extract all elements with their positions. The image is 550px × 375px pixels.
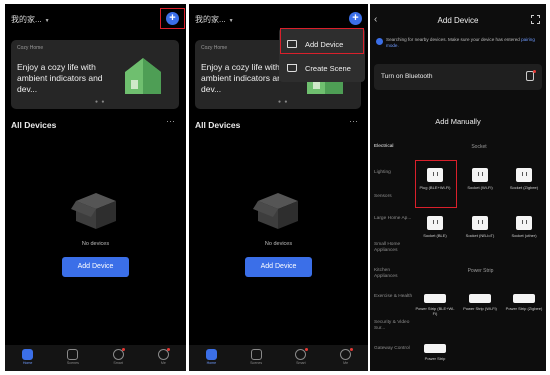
banner-home-label: Cozy Home xyxy=(201,45,228,51)
add-device-screen: ‹ Add Device Searching for nearby device… xyxy=(370,4,546,371)
power-strip-icon xyxy=(513,294,535,303)
category-item[interactable]: Lighting xyxy=(374,170,414,176)
add-button[interactable]: + xyxy=(349,12,362,25)
more-icon[interactable]: ··· xyxy=(166,116,175,126)
tab-home[interactable]: Home xyxy=(13,345,43,371)
menu-item-create-scene[interactable]: Create Scene xyxy=(279,56,365,80)
category-item[interactable]: Electrical xyxy=(374,144,414,150)
scene-icon xyxy=(287,64,297,72)
category-item[interactable]: Small Home Appliances xyxy=(374,242,414,254)
notification-badge xyxy=(122,348,126,351)
bluetooth-search-icon xyxy=(376,38,383,45)
add-device-button[interactable]: Add Device xyxy=(62,257,129,277)
section-title: All Devices xyxy=(11,120,57,130)
tab-scenes[interactable]: Scenes xyxy=(241,345,271,371)
category-item[interactable]: Exercise & Health xyxy=(374,294,414,300)
category-item[interactable]: Gateway Control xyxy=(374,346,414,352)
group-label-socket: Socket xyxy=(471,144,487,150)
socket-icon xyxy=(516,216,532,230)
device-tile[interactable]: Socket (BLE) xyxy=(415,216,455,238)
socket-icon xyxy=(427,216,443,230)
banner-text: Enjoy a cozy life with ambient indicator… xyxy=(17,62,103,94)
carousel-dots: ● ● xyxy=(278,99,289,105)
group-label-power-strip: Power Strip xyxy=(467,268,494,274)
section-title: All Devices xyxy=(195,120,241,130)
socket-icon xyxy=(516,168,532,182)
bluetooth-label: Turn on Bluetooth xyxy=(381,73,433,80)
house-illustration xyxy=(125,58,161,94)
home-screen-2: 我的家... ▼ + Cozy Home Enjoy a cozy life wi… xyxy=(189,4,368,371)
home-selector[interactable]: 我的家... ▼ xyxy=(11,14,50,25)
device-tile[interactable]: Socket (NB-IoT) xyxy=(460,216,500,238)
highlight-box xyxy=(415,160,457,208)
socket-icon xyxy=(472,168,488,182)
device-tile[interactable]: Power Strip (Wi-Fi) xyxy=(460,294,500,311)
socket-icon xyxy=(472,216,488,230)
tab-bar: Home Scenes Smart Me xyxy=(189,345,368,371)
tab-me[interactable]: Me xyxy=(331,345,361,371)
empty-state-text: No devices xyxy=(264,241,293,247)
carousel-dots: ● ● xyxy=(95,99,106,105)
tab-scenes[interactable]: Scenes xyxy=(58,345,88,371)
bluetooth-row[interactable]: Turn on Bluetooth xyxy=(374,64,542,90)
banner-card[interactable]: Cozy Home Enjoy a cozy life with ambient… xyxy=(11,40,179,109)
device-tile[interactable]: Power Strip (BLE+Wi-Fi) xyxy=(415,294,455,316)
notification-badge xyxy=(304,348,308,351)
section-title: Add Manually xyxy=(435,117,481,126)
tab-smart[interactable]: Smart xyxy=(103,345,133,371)
tab-home[interactable]: Home xyxy=(196,345,226,371)
category-sidebar: Electrical Lighting Sensors Large Home A… xyxy=(370,134,415,371)
category-item[interactable]: Kitchen Appliances xyxy=(374,268,414,280)
highlight-box xyxy=(160,8,185,29)
notification-badge xyxy=(349,348,353,351)
power-strip-icon xyxy=(424,344,446,353)
empty-state-text: No devices xyxy=(81,241,110,247)
warning-badge xyxy=(533,70,536,73)
device-tile[interactable]: Socket (other) xyxy=(504,216,544,238)
category-item[interactable]: Security & Video Sur... xyxy=(374,320,414,332)
empty-box-illustration xyxy=(71,193,116,229)
home-selector[interactable]: 我的家... ▼ xyxy=(195,14,234,25)
tab-me[interactable]: Me xyxy=(148,345,178,371)
chevron-down-icon: ▼ xyxy=(44,18,50,24)
device-tile[interactable]: Socket (Wi-Fi) xyxy=(460,168,500,190)
tab-smart[interactable]: Smart xyxy=(286,345,316,371)
scenes-icon xyxy=(67,349,79,360)
power-strip-icon xyxy=(469,294,491,303)
device-tile[interactable]: Power Strip xyxy=(415,344,455,361)
device-tile[interactable]: Socket (Zigbee) xyxy=(504,168,544,190)
more-icon[interactable]: ··· xyxy=(349,116,358,126)
category-item[interactable]: Sensors xyxy=(374,194,414,200)
category-item[interactable]: Large Home Ap... xyxy=(374,216,414,222)
home-icon xyxy=(205,349,217,360)
banner-home-label: Cozy Home xyxy=(17,45,44,51)
home-screen-1: 我的家... ▼ + Cozy Home Enjoy a cozy life wi… xyxy=(5,4,186,371)
chevron-down-icon: ▼ xyxy=(228,18,234,24)
empty-box-illustration xyxy=(253,193,298,229)
notification-badge xyxy=(167,348,171,351)
page-title: Add Device xyxy=(437,16,479,25)
highlight-box xyxy=(280,28,364,54)
scenes-icon xyxy=(250,349,262,360)
power-strip-icon xyxy=(424,294,446,303)
tab-bar: Home Scenes Smart Me xyxy=(5,345,186,371)
profile-icon xyxy=(340,349,352,360)
add-device-button[interactable]: Add Device xyxy=(245,257,312,277)
device-tile[interactable]: Power Strip (Zigbee) xyxy=(504,294,544,311)
scan-icon[interactable] xyxy=(531,15,540,24)
home-icon xyxy=(22,349,34,360)
